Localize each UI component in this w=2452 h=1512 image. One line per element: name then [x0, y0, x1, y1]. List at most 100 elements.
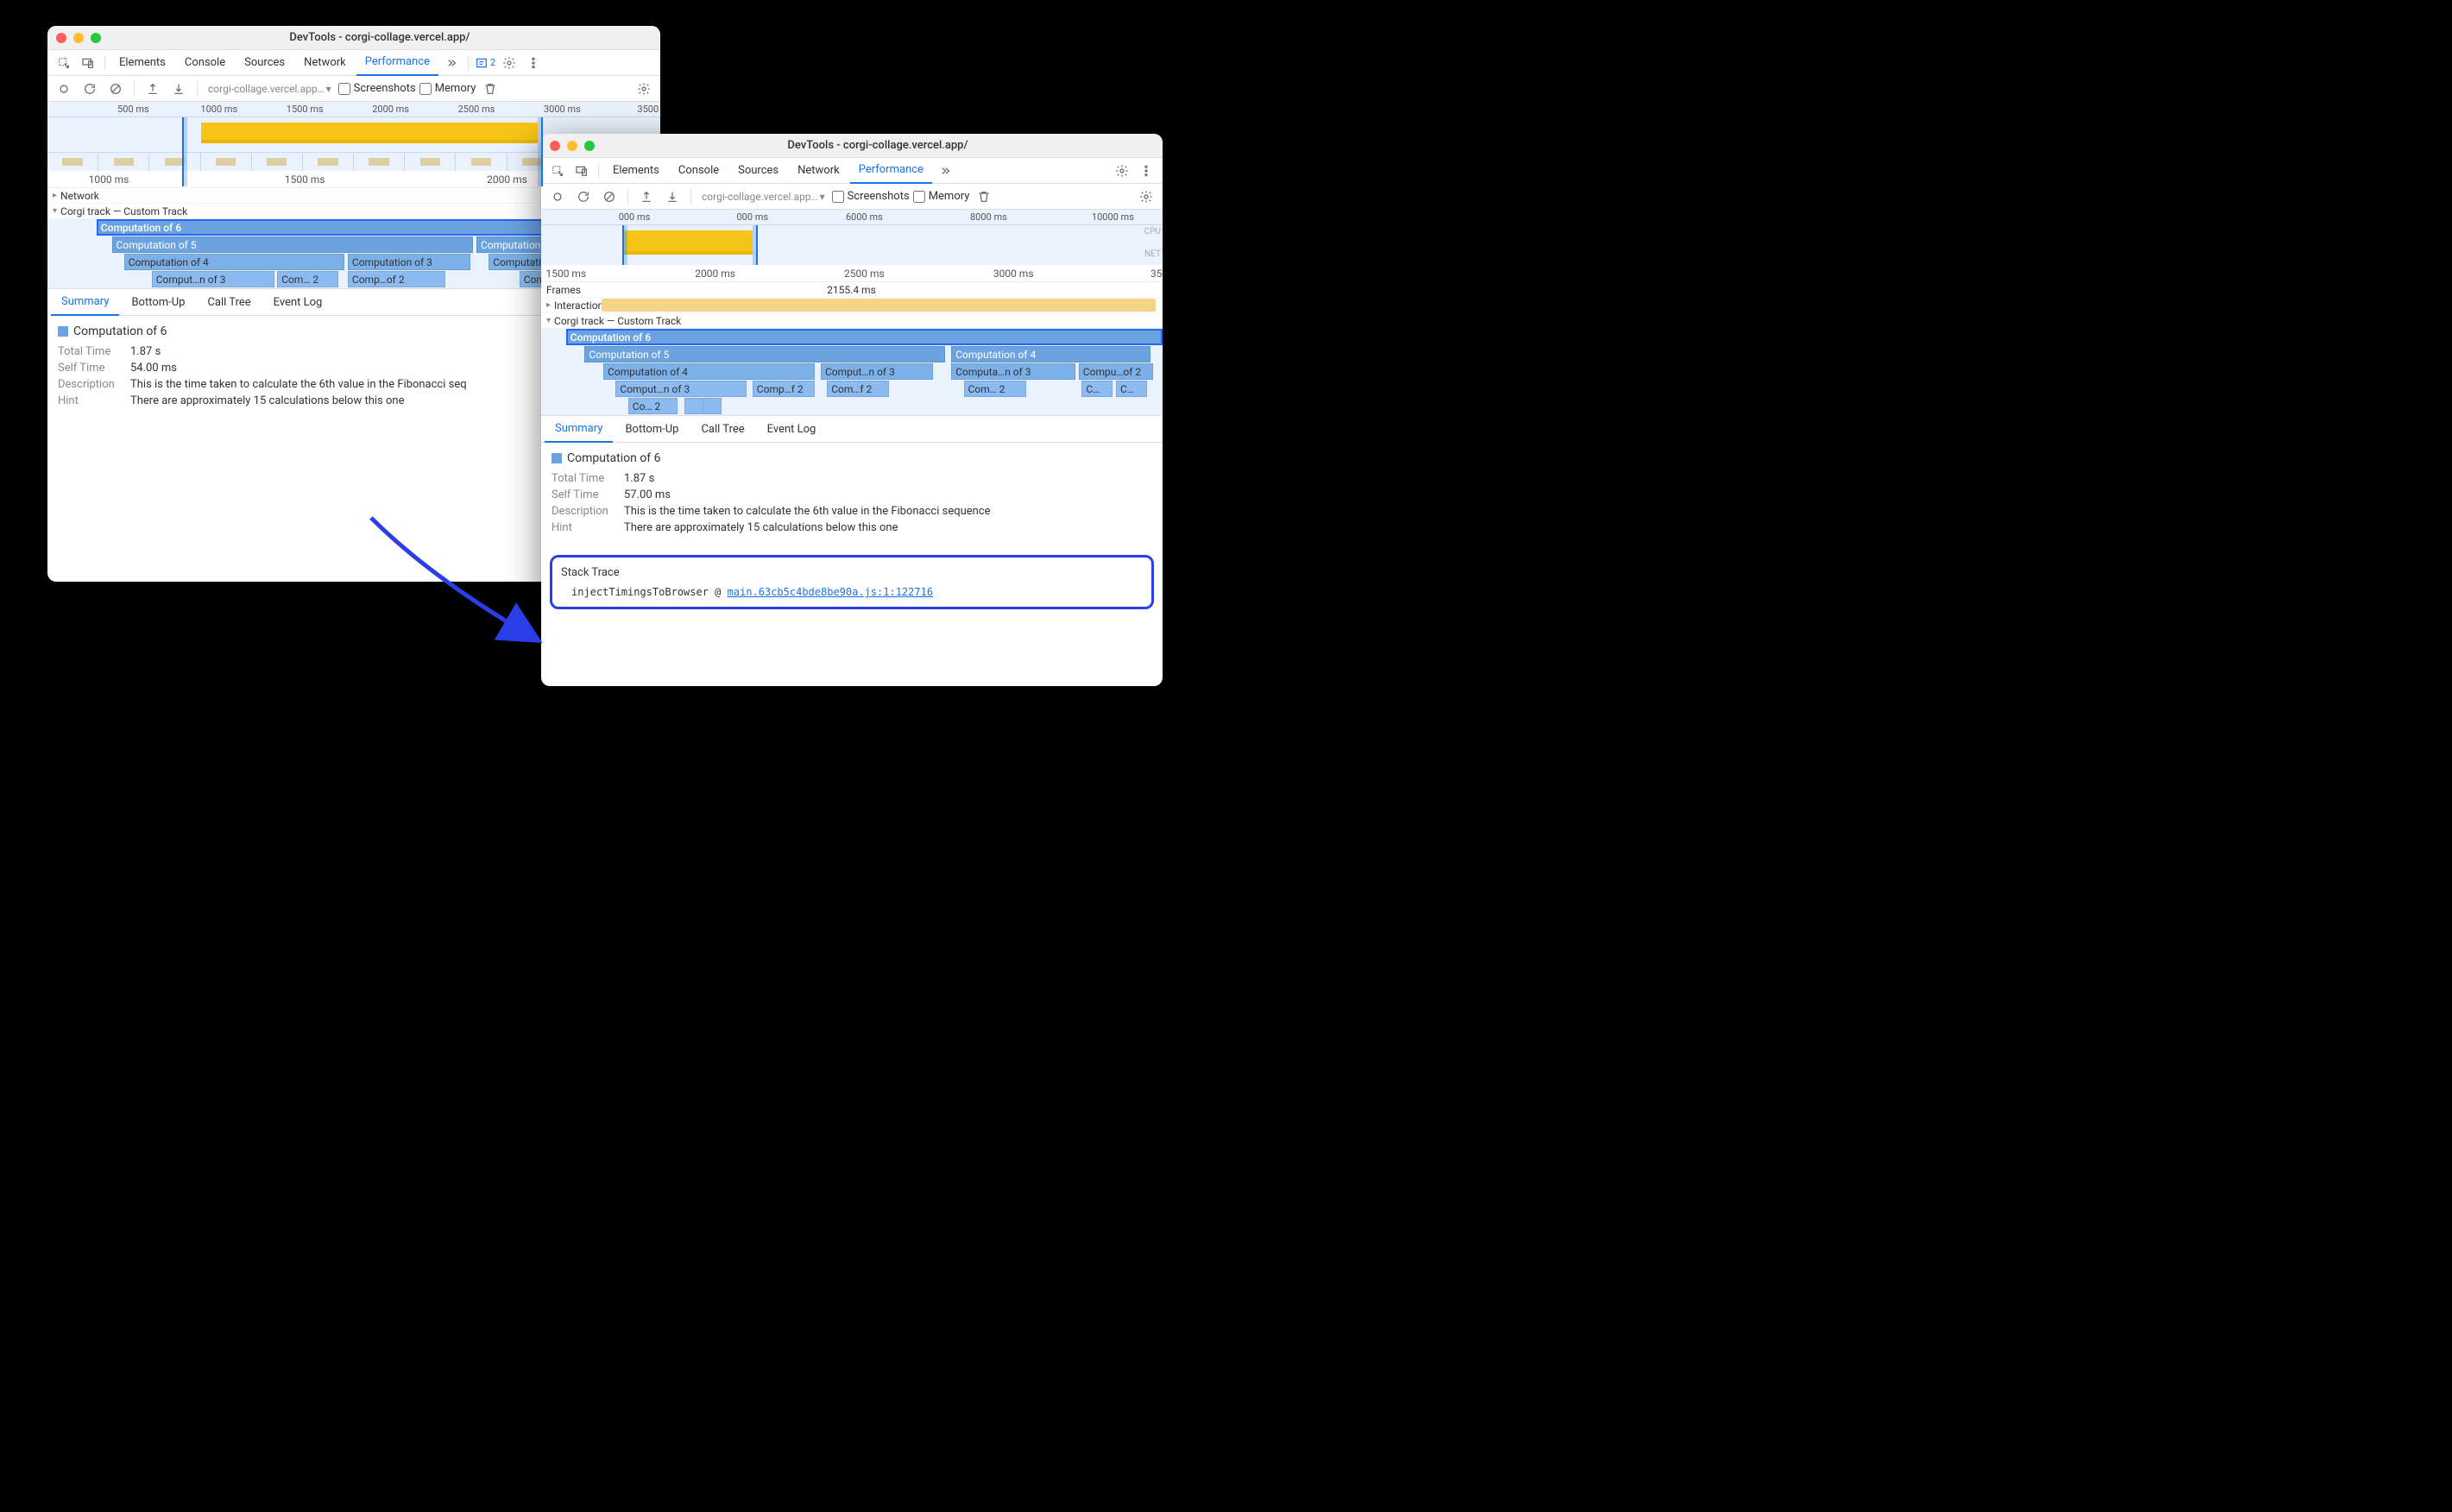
- flame-bar[interactable]: Comp…f 2: [753, 381, 815, 397]
- download-icon[interactable]: [167, 78, 190, 100]
- tab-elements[interactable]: Elements: [110, 50, 174, 76]
- flame-bar[interactable]: Comput…n of 3: [152, 271, 274, 287]
- record-icon[interactable]: [546, 186, 569, 208]
- flame-bar[interactable]: Computation of 4: [124, 254, 345, 270]
- flame-bar[interactable]: Com… 2: [277, 271, 338, 287]
- tab-console[interactable]: Console: [670, 158, 728, 184]
- upload-icon[interactable]: [142, 78, 164, 100]
- tab-performance[interactable]: Performance: [850, 158, 932, 184]
- flame-chart[interactable]: Computation of 6 Computation of 5Computa…: [541, 329, 1163, 415]
- more-tabs-icon[interactable]: [440, 52, 463, 74]
- device-icon[interactable]: [77, 52, 99, 74]
- stack-trace-box: Stack Trace injectTimingsToBrowser @ mai…: [550, 555, 1154, 609]
- flame-bar[interactable]: Compu…of 2: [1079, 363, 1153, 380]
- flame-bar[interactable]: Comput…n of 3: [615, 381, 746, 397]
- dtab-calltree[interactable]: Call Tree: [690, 415, 754, 443]
- tab-elements[interactable]: Elements: [604, 158, 668, 184]
- flame-bar[interactable]: Computation of 5: [584, 346, 945, 362]
- traffic-lights: [550, 141, 595, 151]
- flame-bar[interactable]: Com…f 2: [827, 381, 889, 397]
- inspect-icon[interactable]: [53, 52, 75, 74]
- main-ruler: 1500 ms 2000 ms 2500 ms 3000 ms 35: [541, 265, 1163, 282]
- description-value: This is the time taken to calculate the …: [624, 505, 991, 518]
- dtab-eventlog[interactable]: Event Log: [757, 415, 827, 443]
- total-time-value: 1.87 s: [624, 472, 654, 485]
- maximize-icon[interactable]: [584, 141, 595, 151]
- color-swatch: [552, 453, 562, 463]
- memory-checkbox[interactable]: Memory: [419, 82, 476, 95]
- net-label: NET: [1144, 249, 1161, 259]
- panel-settings-icon[interactable]: [633, 78, 655, 100]
- reload-icon[interactable]: [79, 78, 101, 100]
- flame-bar[interactable]: Computation of 4: [603, 363, 815, 380]
- range-handle-right[interactable]: [753, 225, 758, 265]
- gc-icon[interactable]: [973, 186, 995, 208]
- dtab-bottomup[interactable]: Bottom-Up: [121, 288, 195, 316]
- minimize-icon[interactable]: [567, 141, 577, 151]
- flame-bar[interactable]: Comp…of 2: [348, 271, 446, 287]
- settings-icon[interactable]: [1111, 160, 1133, 182]
- minimize-icon[interactable]: [73, 33, 84, 43]
- stack-frame: injectTimingsToBrowser @ main.63cb5c4bde…: [561, 586, 1143, 598]
- dtab-bottomup[interactable]: Bottom-Up: [615, 415, 689, 443]
- memory-checkbox[interactable]: Memory: [913, 190, 970, 203]
- interaction-bar[interactable]: [602, 299, 1156, 312]
- clear-icon[interactable]: [598, 186, 621, 208]
- titlebar[interactable]: DevTools - corgi-collage.vercel.app/: [47, 26, 660, 50]
- recording-select[interactable]: corgi-collage.vercel.app…▾: [205, 83, 335, 95]
- range-handle-right[interactable]: [538, 117, 543, 186]
- close-icon[interactable]: [56, 33, 66, 43]
- flame-bar[interactable]: C…: [1116, 381, 1147, 397]
- frames-row: Frames 2155.4 ms: [541, 282, 1163, 298]
- screenshots-checkbox[interactable]: Screenshots: [338, 82, 416, 95]
- tab-network[interactable]: Network: [295, 50, 355, 76]
- range-handle-left[interactable]: [622, 225, 627, 265]
- track-custom[interactable]: Corgi track — Custom Track: [541, 313, 1163, 329]
- flame-bar[interactable]: Computation of 3: [348, 254, 470, 270]
- record-icon[interactable]: [53, 78, 75, 100]
- flame-bar[interactable]: Computa…n of 3: [951, 363, 1075, 380]
- source-link[interactable]: main.63cb5c4bde8be90a.js:1:122716: [728, 586, 933, 598]
- timeline-overview[interactable]: 000 ms 000 ms 6000 ms 8000 ms 10000 ms C…: [541, 210, 1163, 265]
- titlebar[interactable]: DevTools - corgi-collage.vercel.app/: [541, 134, 1163, 158]
- clear-icon[interactable]: [104, 78, 127, 100]
- range-handle-left[interactable]: [182, 117, 187, 186]
- tab-performance[interactable]: Performance: [356, 50, 438, 76]
- tab-sources[interactable]: Sources: [729, 158, 787, 184]
- gc-icon[interactable]: [479, 78, 501, 100]
- frame-duration: 2155.4 ms: [827, 284, 876, 296]
- dtab-summary[interactable]: Summary: [51, 288, 119, 316]
- screenshots-checkbox[interactable]: Screenshots: [832, 190, 910, 203]
- download-icon[interactable]: [661, 186, 684, 208]
- dtab-calltree[interactable]: Call Tree: [197, 288, 261, 316]
- panel-settings-icon[interactable]: [1135, 186, 1157, 208]
- close-icon[interactable]: [550, 141, 560, 151]
- flame-bar[interactable]: Com… 2: [964, 381, 1026, 397]
- kebab-icon[interactable]: [522, 52, 545, 74]
- flame-bar[interactable]: [703, 398, 722, 414]
- tab-network[interactable]: Network: [789, 158, 848, 184]
- device-icon[interactable]: [570, 160, 593, 182]
- flame-bar[interactable]: Comput…n of 3: [821, 363, 933, 380]
- more-tabs-icon[interactable]: [934, 160, 956, 182]
- maximize-icon[interactable]: [91, 33, 101, 43]
- inspect-icon[interactable]: [546, 160, 569, 182]
- tab-console[interactable]: Console: [176, 50, 234, 76]
- tab-sources[interactable]: Sources: [236, 50, 293, 76]
- flame-bar[interactable]: Computation of 6: [566, 329, 1163, 345]
- flame-bar[interactable]: C…: [1081, 381, 1113, 397]
- flame-bar[interactable]: Co… 2: [628, 398, 678, 414]
- flame-bar[interactable]: Computation of 5: [112, 236, 474, 253]
- dtab-summary[interactable]: Summary: [545, 415, 613, 443]
- track-interactions[interactable]: Interactions: [541, 298, 1163, 313]
- issues-count: 2: [490, 57, 495, 68]
- recording-select[interactable]: corgi-collage.vercel.app…▾: [698, 191, 829, 203]
- kebab-icon[interactable]: [1135, 160, 1157, 182]
- issues-icon[interactable]: 2: [474, 52, 496, 74]
- chevron-down-icon: ▾: [326, 83, 331, 95]
- settings-icon[interactable]: [498, 52, 520, 74]
- flame-bar[interactable]: Computation of 4: [951, 346, 1150, 362]
- reload-icon[interactable]: [572, 186, 595, 208]
- upload-icon[interactable]: [635, 186, 658, 208]
- dtab-eventlog[interactable]: Event Log: [263, 288, 333, 316]
